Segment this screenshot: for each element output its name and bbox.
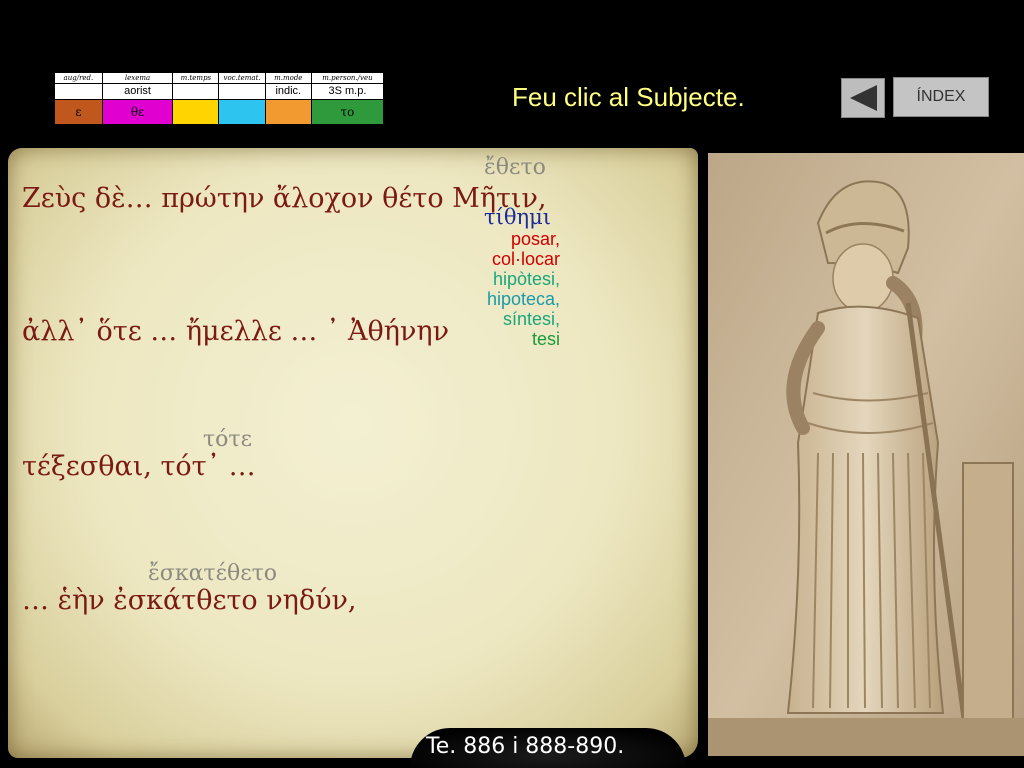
translation-posar: posar, <box>510 229 560 249</box>
value-m-temps <box>172 83 220 100</box>
header-aug-red: aug/red. <box>54 72 103 84</box>
gloss-tote: τότε <box>203 427 252 452</box>
value-lexema: aorist <box>101 83 174 100</box>
greek-line-2[interactable]: ἀλλ᾽ ὅτε … ἤμελλε … ᾽ Ἀθήνην <box>22 316 449 347</box>
header-voc-temat: voc.temat. <box>218 72 266 84</box>
value-m-person-veu: 3S m.p. <box>310 83 385 100</box>
triangle-left-icon <box>850 85 877 111</box>
source-reference: Te. 886 i 888-890. <box>426 734 625 759</box>
greek-line-1[interactable]: Ζεὺς δὲ… πρώτην ἄλοχον θέτο Μῆτιν, <box>22 183 547 214</box>
header-lexema: lexema <box>101 72 174 84</box>
translation-hipotesi: hipòtesi, <box>492 269 560 289</box>
header-m-mode: m.mode <box>264 72 312 84</box>
greek-line-4[interactable]: … ἑὴν ἐσκάτθετο νηδύν, <box>22 585 356 616</box>
morph-cell-lexeme: θε <box>101 99 174 125</box>
header-m-person-veu: m.person./veu <box>310 72 385 84</box>
athena-relief-image <box>708 153 1024 756</box>
value-aug-red <box>54 83 103 100</box>
gloss-etheto: ἔθετο <box>484 155 546 180</box>
translation-hipoteca: hipoteca, <box>486 289 560 309</box>
morph-cell-tense <box>172 99 220 125</box>
instruction-text: Feu clic al Subjecte. <box>512 82 745 112</box>
greek-line-3[interactable]: τέξεσθαι, τότ᾽ … <box>22 451 256 482</box>
value-m-mode: indic. <box>264 83 312 100</box>
morph-cell-mode <box>264 99 312 125</box>
gloss-eskatetheto: ἔσκατέθετο <box>148 561 278 586</box>
translation-tesi: tesi <box>531 329 560 349</box>
morph-cell-thematic-vowel <box>218 99 266 125</box>
translation-sintesi: síntesi, <box>502 309 560 329</box>
index-button[interactable]: ÍNDEX <box>893 77 989 117</box>
value-voc-temat <box>218 83 266 100</box>
morph-cell-augment: ε <box>54 99 103 125</box>
translation-col-locar: col·locar <box>491 249 560 269</box>
lemma-tithemi: τίθημι <box>484 205 551 229</box>
header-m-temps: m.temps <box>172 72 220 84</box>
back-button[interactable] <box>841 78 885 118</box>
morphology-table: aug/red. lexema m.temps voc.temat. m.mod… <box>54 72 385 125</box>
morph-cell-person: το <box>310 99 385 125</box>
